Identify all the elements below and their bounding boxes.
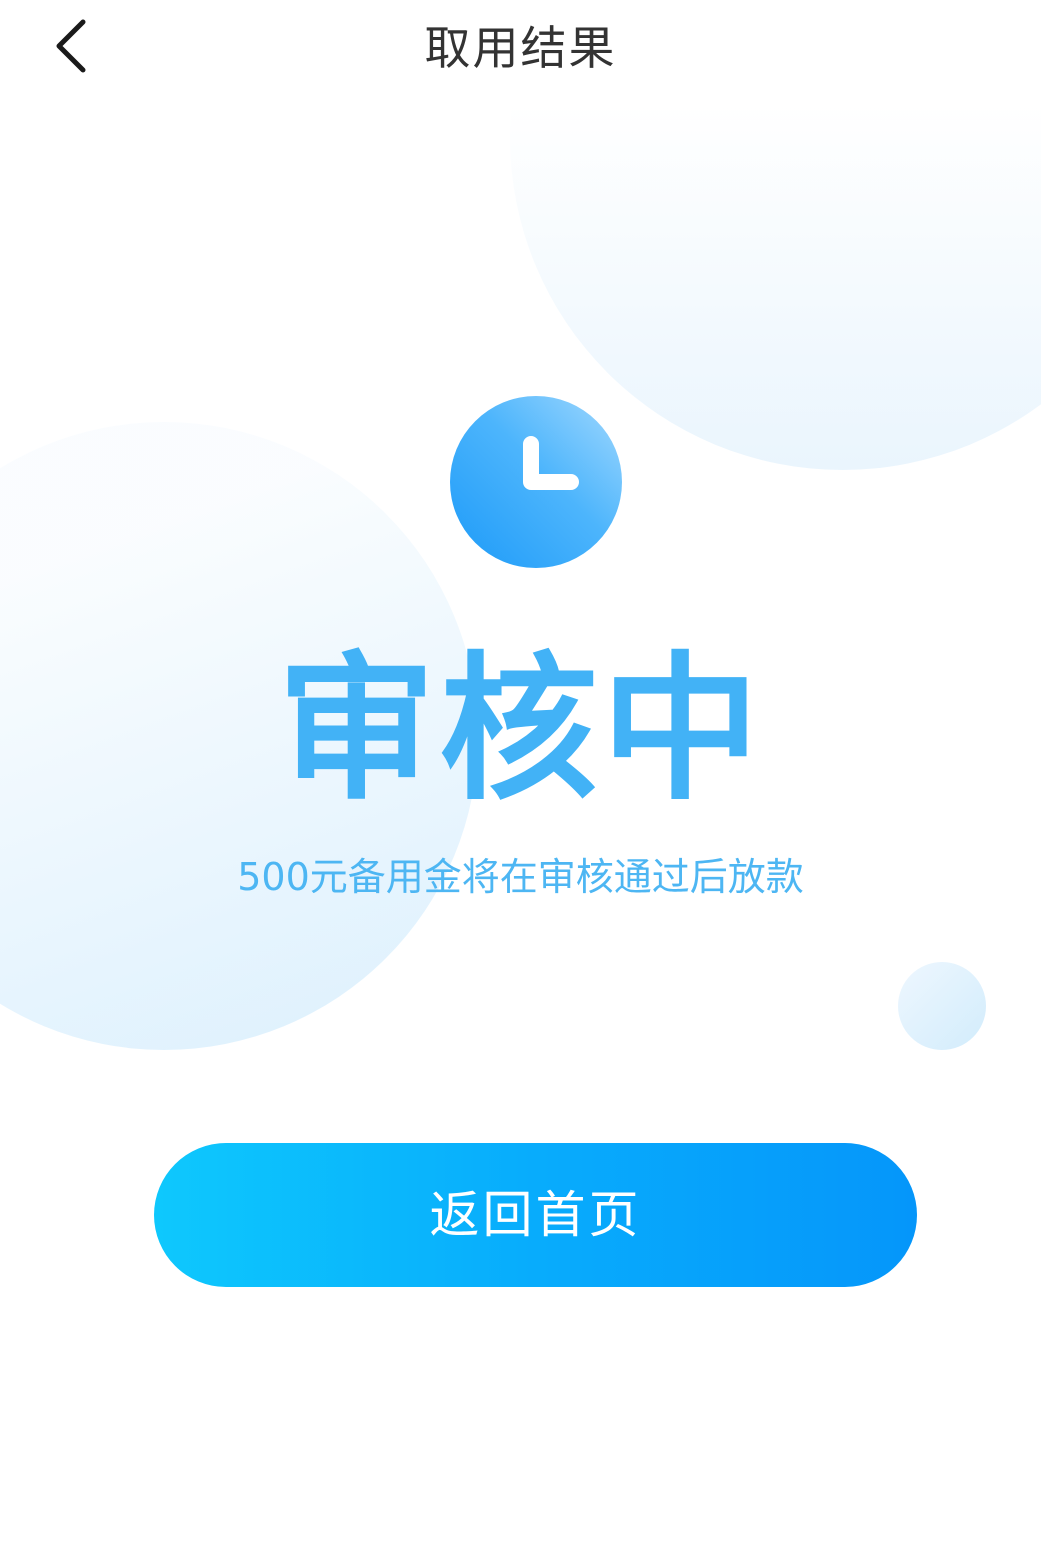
status-title: 审核中 [277, 638, 764, 822]
result-page: 取用结果 审核中 500元备用金将在审核通过后放款 返回首页 [0, 0, 1041, 1548]
status-icon-circle [450, 396, 622, 568]
return-home-button[interactable]: 返回首页 [154, 1143, 917, 1287]
navigation-bar: 取用结果 [0, 0, 1041, 96]
status-description: 500元备用金将在审核通过后放款 [237, 855, 804, 899]
page-title: 取用结果 [424, 21, 617, 75]
decorative-bubble-small [898, 962, 986, 1050]
